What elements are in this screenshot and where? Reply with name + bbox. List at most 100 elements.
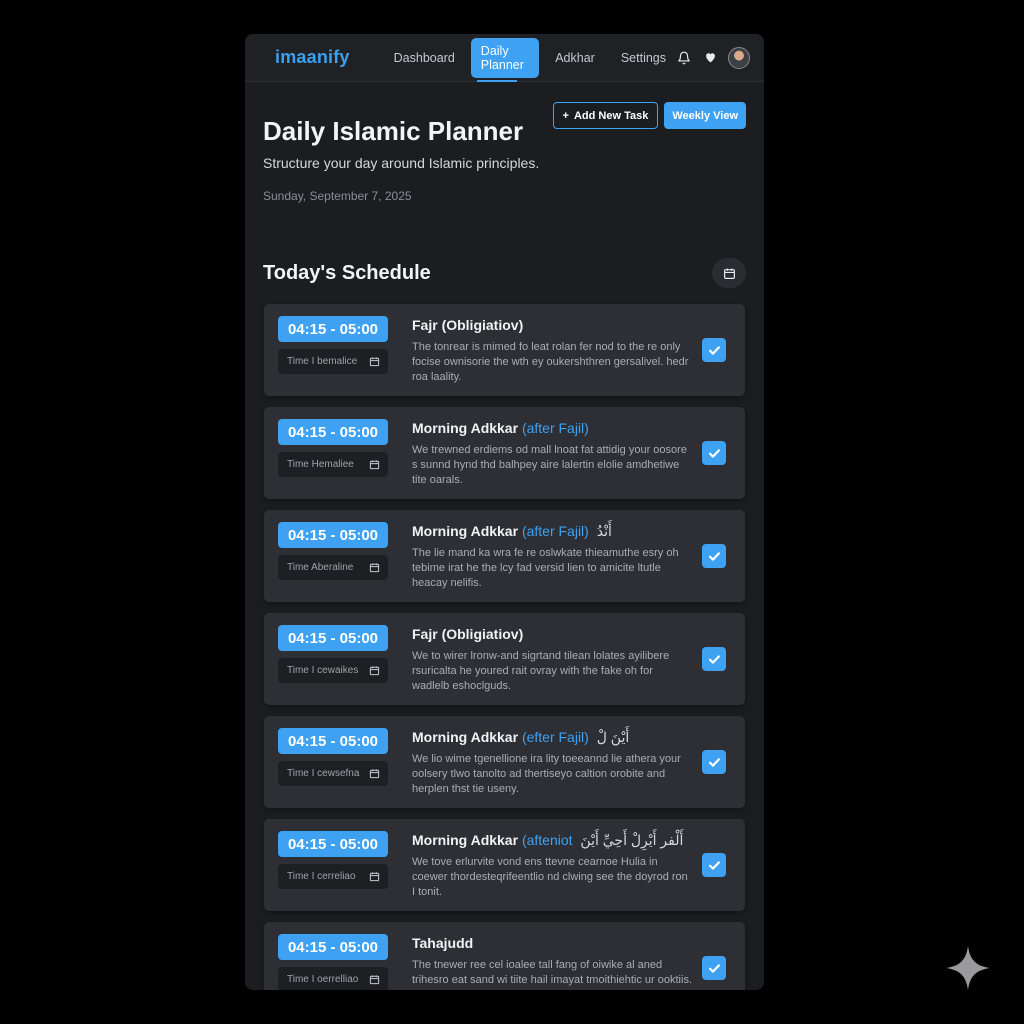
task-card[interactable]: 04:15 - 05:00 Time I oerrelliao Tahajudd…: [264, 922, 745, 990]
task-title: Morning Adkkar (after Fajil): [412, 420, 593, 436]
calendar-icon: [369, 975, 380, 985]
task-description: We lio wime tgenellione ira lity toeeann…: [412, 753, 681, 795]
time-alternative-field[interactable]: Time I cewsefna: [278, 761, 388, 786]
task-title-text: Morning Adkkar: [412, 832, 519, 848]
time-alternative-label: Time I oerrelliao: [287, 974, 359, 985]
current-date: Sunday, September 7, 2025: [263, 189, 412, 203]
checkmark-icon: [708, 757, 720, 767]
time-alternative-label: Time I bemalice: [287, 356, 358, 367]
nav-daily-planner[interactable]: Daily Planner: [470, 37, 540, 78]
plus-icon: +: [562, 109, 569, 122]
time-range-badge: 04:15 - 05:00: [278, 831, 388, 857]
task-description: We trewned erdiems od mall lnoat fat att…: [412, 444, 687, 486]
avatar[interactable]: [728, 46, 750, 69]
time-alternative-field[interactable]: Time I cerreliao: [278, 864, 388, 889]
task-title-text: Tahajudd: [412, 935, 474, 951]
checkmark-icon: [708, 448, 720, 458]
task-title-text: Morning Adkkar: [412, 729, 519, 745]
time-alternative-field[interactable]: Time Hemaliee: [278, 452, 388, 477]
time-alternative-label: Time Hemaliee: [287, 459, 354, 470]
weekly-view-button[interactable]: Weekly View: [664, 102, 746, 129]
time-alternative-field[interactable]: Time I bemalice: [278, 349, 388, 374]
task-card[interactable]: 04:15 - 05:00 Time Hemaliee Morning Adkk…: [264, 407, 745, 499]
nav-dashboard[interactable]: Dashboard: [384, 45, 465, 71]
task-title-text: Morning Adkkar: [412, 523, 519, 539]
task-card[interactable]: 04:15 - 05:00 Time I cewsefna Morning Ad…: [264, 716, 745, 808]
task-card[interactable]: 04:15 - 05:00 Time I bemalice Fajr (Obli…: [264, 304, 745, 396]
task-title-accent: (efter Fajil): [521, 729, 589, 745]
sparkle-icon: [946, 946, 990, 990]
calendar-icon: [369, 460, 380, 470]
calendar-icon: [369, 357, 380, 367]
task-title: Morning Adkkar (efter Fajil) أَيْنَ لْ: [412, 729, 629, 746]
time-range-badge: 04:15 - 05:00: [278, 522, 388, 548]
task-title: Tahajudd: [412, 935, 477, 951]
task-done-checkbox[interactable]: [702, 853, 726, 877]
task-title-arabic: أَيْنَ لْ: [596, 729, 630, 745]
checkmark-icon: [708, 654, 720, 664]
time-range-badge: 04:15 - 05:00: [278, 728, 388, 754]
task-title-accent: (after Fajil): [521, 523, 589, 539]
schedule-header: Today's Schedule: [245, 256, 764, 290]
top-navbar: imaanify Dashboard Daily Planner Adkhar …: [245, 34, 764, 82]
checkmark-icon: [708, 963, 720, 973]
bell-icon[interactable]: [676, 50, 692, 66]
heart-icon[interactable]: [702, 50, 718, 66]
task-done-checkbox[interactable]: [702, 441, 726, 465]
task-title-text: Fajr (Obligiatiov): [412, 317, 524, 333]
time-alternative-field[interactable]: Time Aberaline: [278, 555, 388, 580]
task-description: We to wirer lronw-and sigrtand tilean lo…: [412, 650, 670, 692]
task-title: Fajr (Obligiatiov): [412, 626, 527, 642]
task-title-text: Fajr (Obligiatiov): [412, 626, 524, 642]
time-alternative-field[interactable]: Time I oerrelliao: [278, 967, 388, 990]
task-description: The lie mand ka wra fe re oslwkate thiea…: [412, 547, 679, 589]
nav-settings[interactable]: Settings: [611, 45, 676, 71]
time-alternative-field[interactable]: Time I cewaikes: [278, 658, 388, 683]
task-description: The tnewer ree cel ioalee tall fang of o…: [412, 959, 693, 986]
add-new-task-label: Add New Task: [573, 109, 649, 122]
time-alternative-label: Time I cewaikes: [287, 665, 359, 676]
checkmark-icon: [708, 860, 720, 870]
task-card[interactable]: 04:15 - 05:00 Time Aberaline Morning Adk…: [264, 510, 745, 602]
checkmark-icon: [708, 345, 720, 355]
page-header: + Add New Task Weekly View Daily Islamic…: [245, 82, 764, 258]
calendar-icon: [369, 769, 380, 779]
brand-logo[interactable]: imaanify: [275, 47, 350, 68]
time-alternative-label: Time Aberaline: [287, 562, 354, 573]
task-done-checkbox[interactable]: [702, 647, 726, 671]
checkmark-icon: [708, 551, 720, 561]
calendar-icon: [369, 563, 380, 573]
top-icons: [676, 46, 750, 69]
task-title-text: Morning Adkkar: [412, 420, 519, 436]
time-range-badge: 04:15 - 05:00: [278, 934, 388, 960]
task-title-accent: (afteniot: [521, 832, 573, 848]
task-card[interactable]: 04:15 - 05:00 Time I cerreliao Morning A…: [264, 819, 745, 911]
time-alternative-label: Time I cerreliao: [287, 871, 356, 882]
header-actions: + Add New Task Weekly View: [552, 102, 746, 129]
time-range-badge: 04:15 - 05:00: [278, 316, 388, 342]
nav-adkhar[interactable]: Adkhar: [545, 45, 605, 71]
schedule-title: Today's Schedule: [263, 261, 431, 284]
task-done-checkbox[interactable]: [702, 750, 726, 774]
task-title-arabic: أَلْفر أَيْرِلْ أَحِيِّ أَيْنَ: [580, 832, 684, 848]
calendar-icon: [369, 666, 380, 676]
task-title: Morning Adkkar (after Fajil) أَنْدُ: [412, 523, 612, 540]
task-list: 04:15 - 05:00 Time I bemalice Fajr (Obli…: [245, 304, 764, 990]
task-card[interactable]: 04:15 - 05:00 Time I cewaikes Fajr (Obli…: [264, 613, 745, 705]
time-range-badge: 04:15 - 05:00: [278, 625, 388, 651]
time-alternative-label: Time I cewsefna: [287, 768, 360, 779]
calendar-icon: [369, 872, 380, 882]
calendar-button[interactable]: [712, 258, 746, 288]
app-window: imaanify Dashboard Daily Planner Adkhar …: [245, 34, 764, 990]
task-title-accent: (after Fajil): [521, 420, 589, 436]
task-title: Morning Adkkar (afteniot أَلْفر أَيْرِلْ…: [412, 832, 683, 849]
add-new-task-button[interactable]: + Add New Task: [552, 102, 659, 129]
task-title-arabic: أَنْدُ: [596, 523, 612, 539]
time-range-badge: 04:15 - 05:00: [278, 419, 388, 445]
task-done-checkbox[interactable]: [702, 338, 726, 362]
task-done-checkbox[interactable]: [702, 544, 726, 568]
task-title: Fajr (Obligiatiov): [412, 317, 527, 333]
task-done-checkbox[interactable]: [702, 956, 726, 980]
calendar-icon: [723, 268, 735, 279]
page-subtitle: Structure your day around Islamic princi…: [263, 155, 540, 171]
